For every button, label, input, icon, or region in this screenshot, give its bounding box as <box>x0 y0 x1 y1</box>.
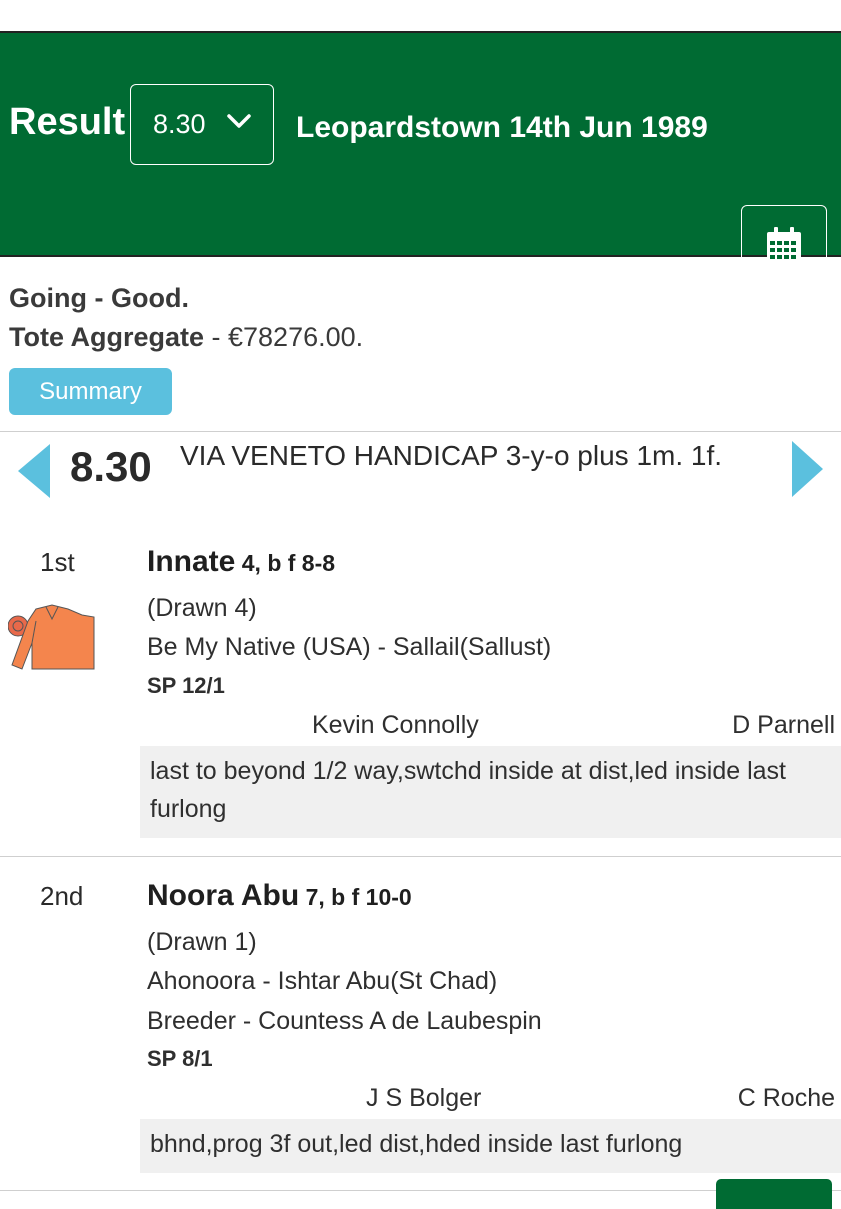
runner-breeder: Breeder - Countess A de Laubespin <box>147 1007 542 1035</box>
page-title: Result <box>9 101 126 143</box>
horse-name: Noora Abu <box>147 879 300 912</box>
runner-sp: SP 8/1 <box>147 1046 213 1071</box>
horse-age-weight: 7, b f 10-0 <box>299 884 412 910</box>
tote-aggregate: Tote Aggregate - €78276.00. <box>9 322 363 353</box>
going-text: Going - Good. <box>9 283 189 313</box>
runner-jockey[interactable]: D Parnell <box>732 711 835 740</box>
arrow-right-icon[interactable] <box>790 441 824 497</box>
race-name: VIA VENETO HANDICAP 3-y-o plus 1m. 1f. <box>180 440 723 471</box>
runner-breeding: Ahonoora - Ishtar Abu(St Chad) <box>147 967 498 995</box>
runner-divider <box>0 856 841 857</box>
chevron-down-icon <box>227 114 251 128</box>
runner-comment: bhnd,prog 3f out,led dist,hded inside la… <box>140 1119 841 1173</box>
results-header: Result 8.30 Leopardstown 14th Jun 1989 <box>0 33 841 287</box>
runner-name[interactable]: Innate 4, b f 8-8 <box>147 545 335 579</box>
calendar-button[interactable] <box>741 205 827 287</box>
runner-draw: (Drawn 4) <box>147 594 257 622</box>
runner-name[interactable]: Noora Abu 7, b f 10-0 <box>147 879 412 913</box>
runner-divider <box>0 1190 841 1191</box>
runner-sp: SP 12/1 <box>147 673 225 698</box>
section-divider <box>0 431 841 432</box>
action-button[interactable] <box>716 1179 832 1209</box>
meeting-title: Leopardstown 14th Jun 1989 <box>296 111 708 144</box>
runner-jockey[interactable]: C Roche <box>738 1084 835 1113</box>
race-time-select[interactable]: 8.30 <box>130 84 274 165</box>
runner-trainer[interactable]: J S Bolger <box>366 1084 481 1113</box>
summary-button[interactable]: Summary <box>9 368 172 415</box>
arrow-left-icon[interactable] <box>18 444 52 498</box>
horse-age-weight: 4, b f 8-8 <box>235 550 336 576</box>
race-time: 8.30 <box>70 443 152 490</box>
silks-icon <box>8 604 95 670</box>
calendar-icon <box>767 227 801 264</box>
runner-breeding: Be My Native (USA) - Sallail(Sallust) <box>147 633 552 661</box>
tote-label: Tote Aggregate <box>9 322 205 352</box>
runner-position: 2nd <box>40 881 84 911</box>
tote-value: - €78276.00. <box>204 322 364 352</box>
runner-trainer[interactable]: Kevin Connolly <box>312 711 479 740</box>
horse-name: Innate <box>147 545 236 578</box>
runner-draw: (Drawn 1) <box>147 928 257 956</box>
runner-position: 1st <box>40 547 75 577</box>
runner-comment: last to beyond 1/2 way,swtchd inside at … <box>140 746 841 838</box>
race-select-value: 8.30 <box>153 109 206 139</box>
